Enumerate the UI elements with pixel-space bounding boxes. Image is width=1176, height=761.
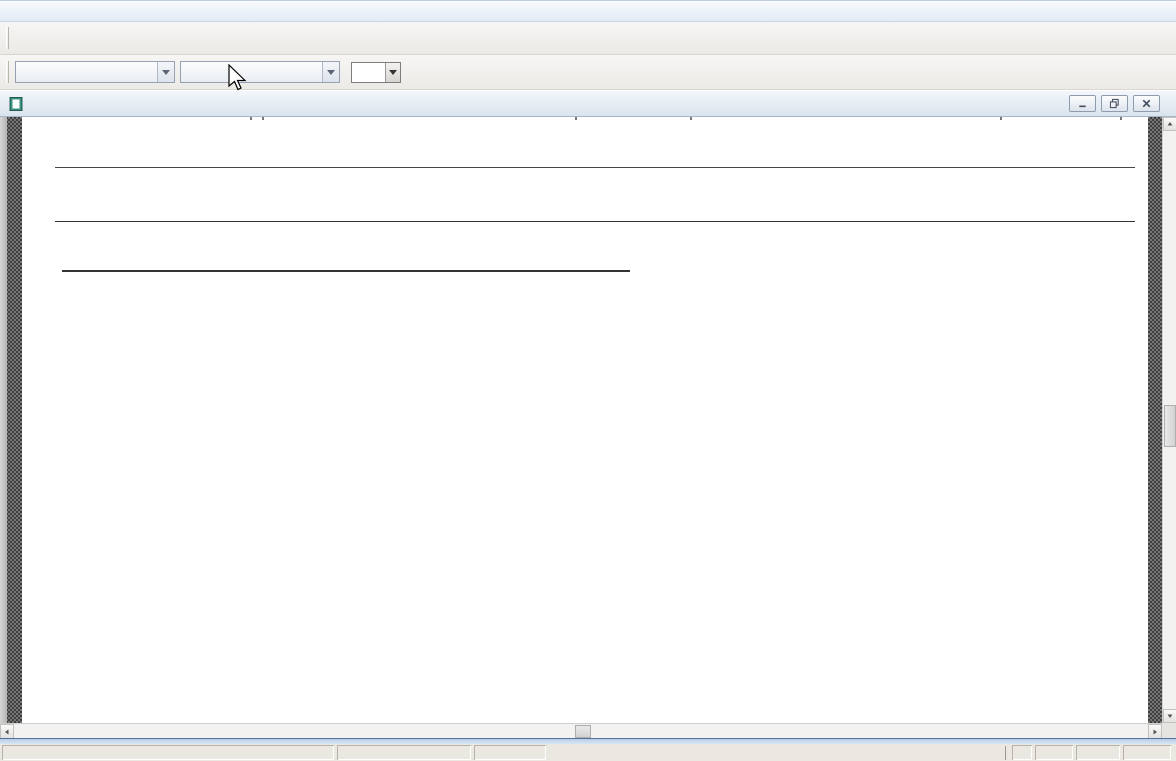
scroll-down-button[interactable]	[1163, 709, 1176, 723]
status-empty-panel	[1012, 745, 1032, 760]
table-top-rule	[55, 221, 1135, 222]
scrollbar-corner	[1162, 723, 1176, 738]
chevron-down-icon[interactable]	[322, 62, 339, 82]
vertical-scrollbar[interactable]	[1162, 117, 1176, 723]
report-document-icon	[8, 96, 24, 112]
close-button[interactable]	[1133, 95, 1160, 112]
status-clock	[1123, 745, 1171, 760]
toolbar-report	[0, 55, 1176, 90]
horizontal-scrollbar[interactable]	[0, 723, 1162, 738]
toolbar-grip[interactable]	[6, 27, 9, 49]
status-numlock	[1035, 745, 1073, 760]
vertical-scroll-thumb[interactable]	[1164, 405, 1176, 447]
report-page	[22, 117, 1148, 723]
application-window: ? Σ Σ REB∞	[0, 0, 1176, 761]
chevron-down-icon[interactable]	[385, 63, 400, 82]
document-window-titlebar	[0, 90, 1176, 117]
toolbar-grip[interactable]	[6, 61, 9, 83]
status-file-path	[2, 745, 334, 760]
clipped-text-fragment	[250, 117, 252, 120]
clipped-text-fragment	[262, 117, 264, 120]
scroll-left-button[interactable]	[0, 724, 14, 739]
status-divider	[1005, 746, 1006, 760]
menu-bar	[0, 0, 1176, 22]
clipped-text-fragment	[1120, 117, 1122, 120]
status-bar	[0, 744, 1176, 761]
scroll-right-button[interactable]	[1148, 724, 1162, 739]
chevron-down-icon[interactable]	[157, 62, 174, 82]
view-combobox[interactable]	[180, 61, 340, 83]
status-record	[337, 745, 471, 760]
header-separator	[62, 270, 630, 272]
zoom-combobox[interactable]	[351, 62, 401, 83]
minimize-button[interactable]	[1069, 95, 1096, 112]
toolbar-standard	[0, 22, 1176, 55]
clipped-text-fragment	[690, 117, 692, 120]
header-rule	[55, 167, 1135, 168]
clipped-text-fragment	[1000, 117, 1002, 120]
restore-button[interactable]	[1101, 95, 1128, 112]
document-area	[0, 117, 1176, 738]
scroll-up-button[interactable]	[1163, 117, 1176, 131]
status-mode	[474, 745, 546, 760]
clipped-text-fragment	[575, 117, 577, 120]
window-edge	[0, 117, 7, 738]
horizontal-scroll-thumb[interactable]	[575, 725, 591, 738]
profile-combobox[interactable]	[15, 61, 175, 83]
status-empty-panel	[1076, 745, 1120, 760]
